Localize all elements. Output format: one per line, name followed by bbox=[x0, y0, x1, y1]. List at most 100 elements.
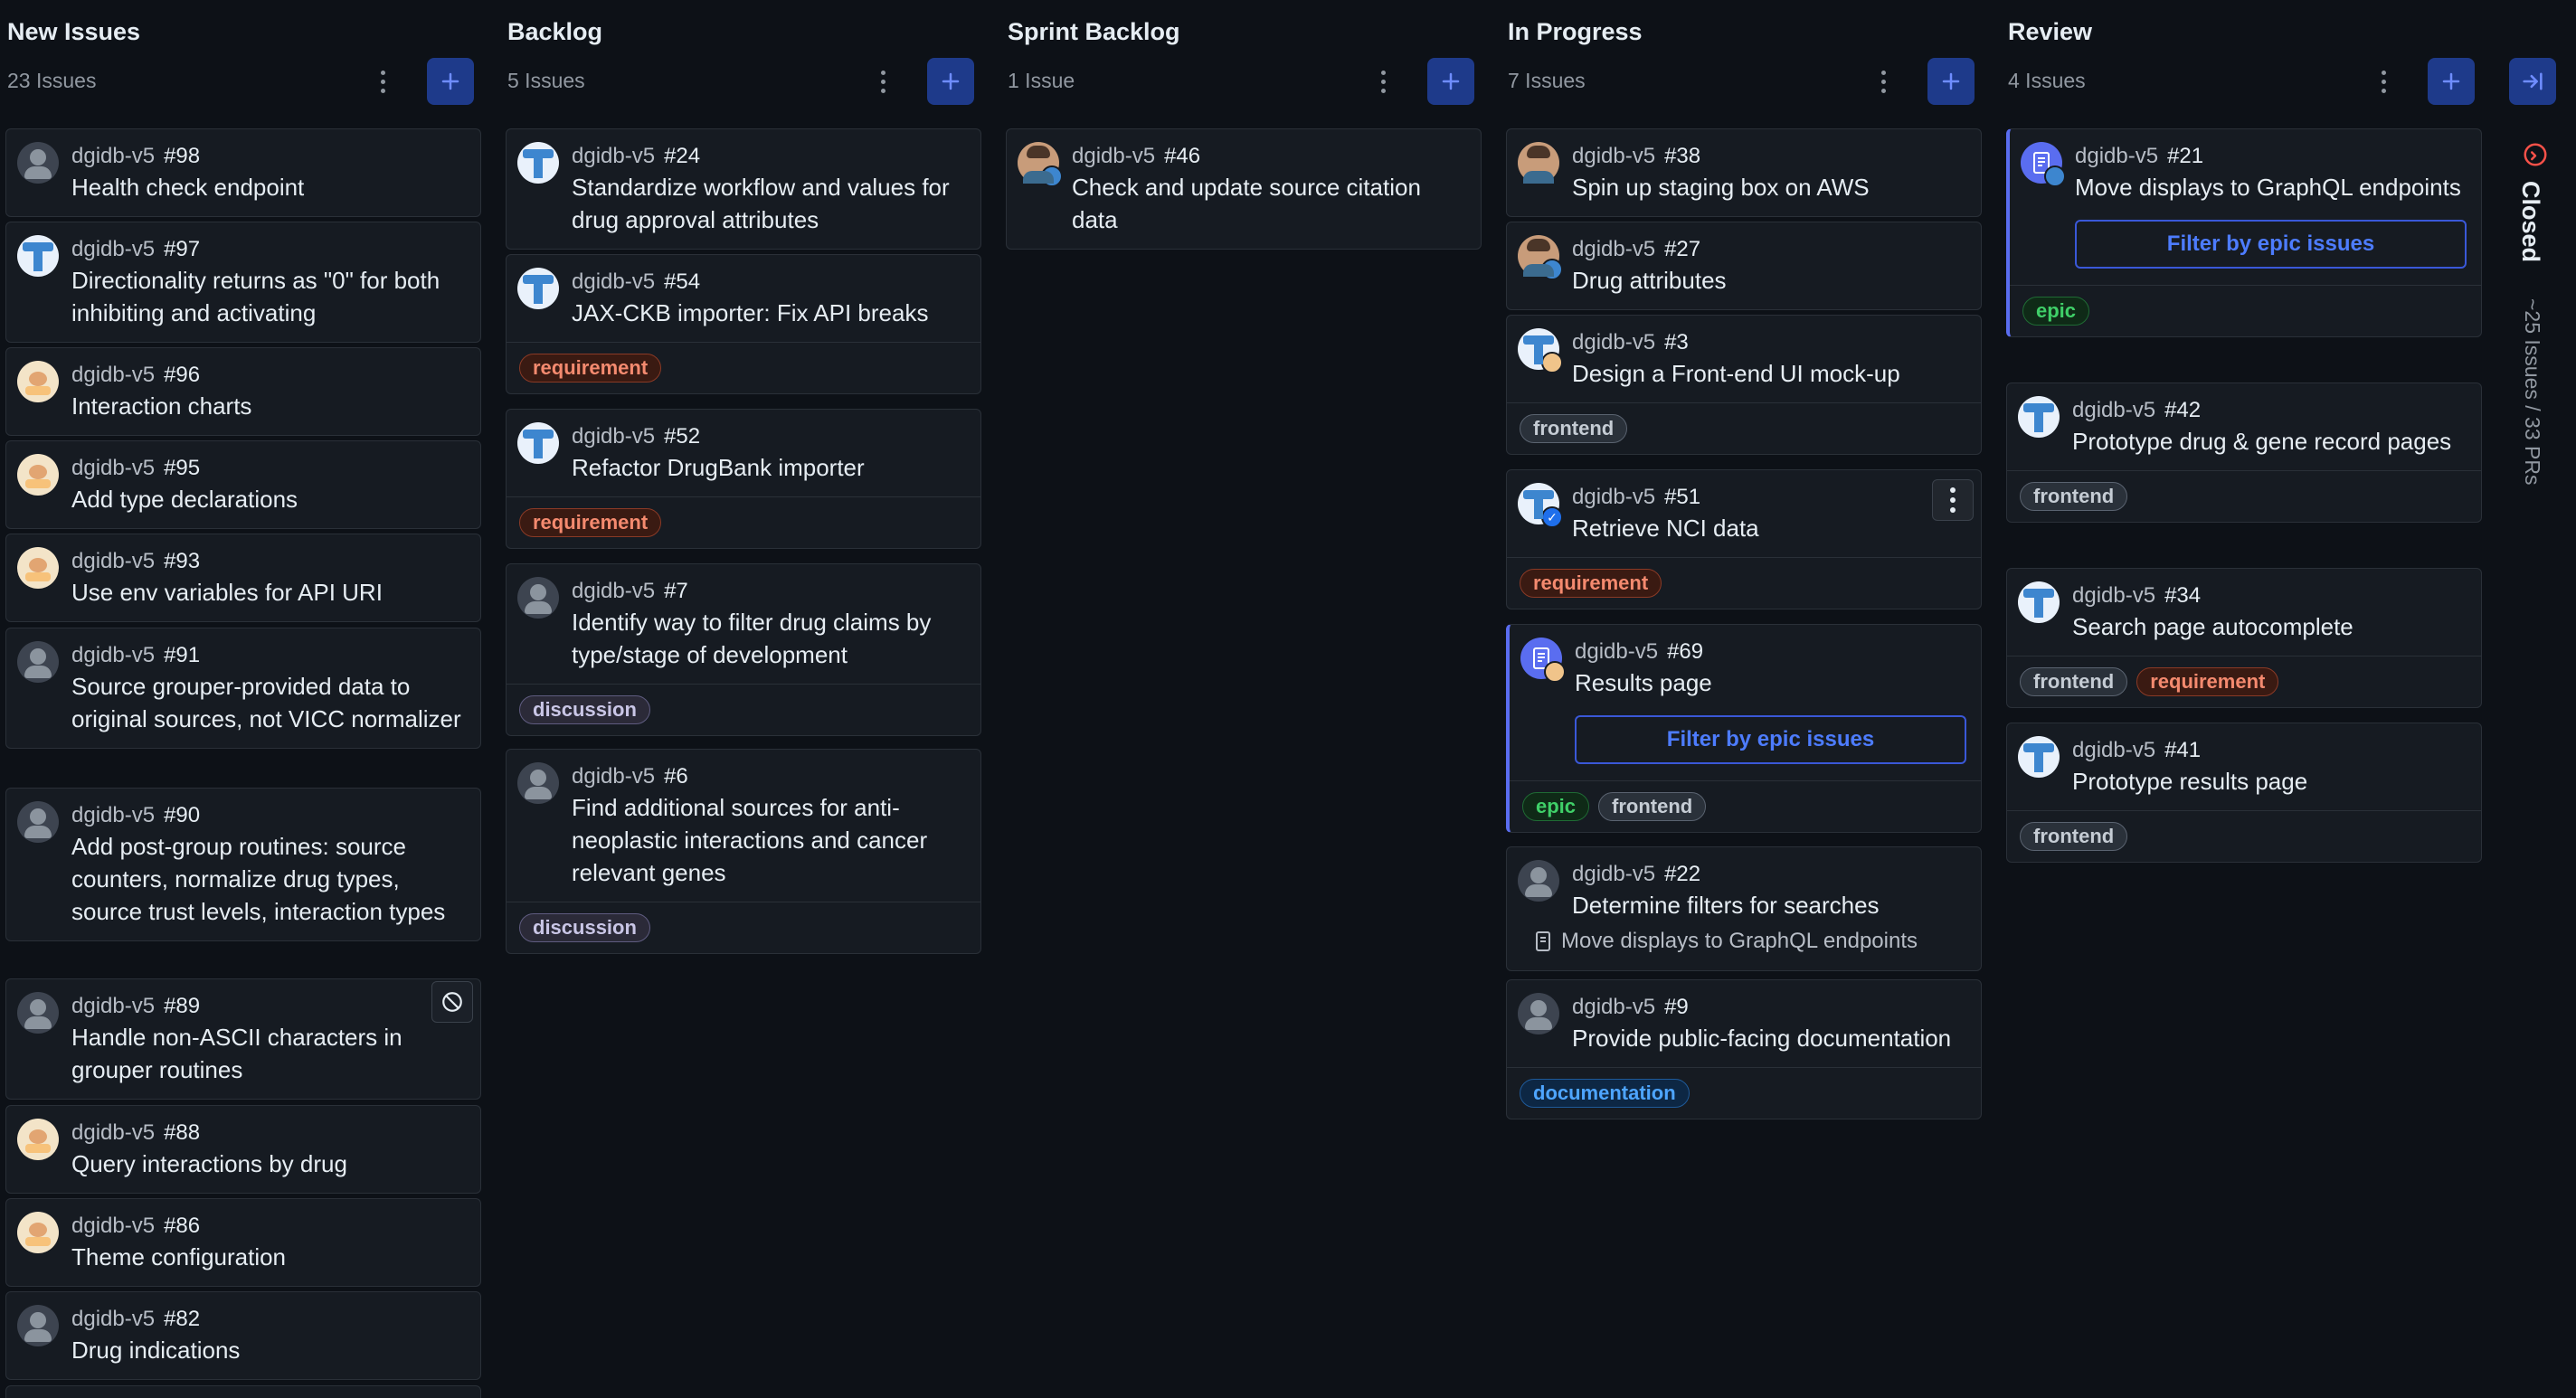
issue-title[interactable]: Spin up staging box on AWS bbox=[1572, 171, 1966, 216]
issue-number: #46 bbox=[1164, 144, 1201, 168]
label-epic[interactable]: epic bbox=[2022, 297, 2090, 326]
add-item-button[interactable] bbox=[427, 58, 474, 105]
issue-title[interactable]: Query interactions by drug bbox=[71, 1148, 466, 1193]
issue-number: #82 bbox=[164, 1307, 201, 1331]
issue-card[interactable]: dgidb-v5 #89 Handle non-ASCII characters … bbox=[5, 978, 481, 1100]
issue-repo: dgidb-v5 bbox=[71, 994, 156, 1018]
issue-number: #7 bbox=[664, 579, 688, 603]
issue-title[interactable]: Handle non-ASCII characters in grouper r… bbox=[71, 1021, 466, 1099]
column-title: Backlog bbox=[507, 18, 603, 45]
avatar bbox=[1518, 235, 1563, 280]
issue-title[interactable]: Drug attributes bbox=[1572, 264, 1966, 309]
issue-card[interactable]: dgidb-v5 #86 Theme configuration bbox=[5, 1198, 481, 1287]
card-menu-button[interactable] bbox=[1932, 479, 1974, 521]
filter-by-epic-button[interactable]: Filter by epic issues bbox=[2075, 220, 2467, 269]
issue-title[interactable]: Determine filters for searches bbox=[1572, 889, 1966, 929]
label-frontend[interactable]: frontend bbox=[1598, 792, 1707, 821]
label-frontend[interactable]: frontend bbox=[2020, 482, 2128, 511]
add-item-button[interactable] bbox=[927, 58, 974, 105]
closed-column-collapsed[interactable]: Closed ~25 Issues / 33 PRs bbox=[2502, 0, 2576, 1398]
issue-card[interactable]: dgidb-v5 #6 Find additional sources for a… bbox=[506, 749, 981, 954]
issue-card[interactable]: dgidb-v5 #9 Provide public-facing documen… bbox=[1506, 979, 1982, 1119]
issue-card[interactable]: dgidb-v5 #34 Search page autocomplete fro… bbox=[2006, 568, 2482, 708]
issue-title[interactable]: Add type declarations bbox=[71, 483, 466, 528]
issue-card[interactable]: dgidb-v5 #42 Prototype drug & gene record… bbox=[2006, 383, 2482, 523]
issue-card[interactable]: dgidb-v5 #7 Identify way to filter drug c… bbox=[506, 563, 981, 736]
issue-card[interactable]: dgidb-v5 #3 Design a Front-end UI mock-up… bbox=[1506, 315, 1982, 455]
label-epic[interactable]: epic bbox=[1522, 792, 1590, 821]
issue-card-partial[interactable] bbox=[5, 1385, 481, 1398]
column-menu-button[interactable] bbox=[2370, 63, 2397, 99]
label-frontend[interactable]: frontend bbox=[2020, 822, 2128, 851]
issue-card[interactable]: dgidb-v5 #88 Query interactions by drug bbox=[5, 1105, 481, 1194]
issue-title[interactable]: Prototype results page bbox=[2072, 765, 2467, 810]
add-item-button[interactable] bbox=[1927, 58, 1975, 105]
issue-number: #42 bbox=[2164, 398, 2202, 422]
column-menu-button[interactable] bbox=[869, 63, 896, 99]
issue-card[interactable]: dgidb-v5 #97 Directionality returns as "0… bbox=[5, 222, 481, 343]
issue-title[interactable]: JAX-CKB importer: Fix API breaks bbox=[572, 297, 966, 342]
issue-title[interactable]: Retrieve NCI data bbox=[1572, 512, 1966, 557]
issue-title[interactable]: Identify way to filter drug claims by ty… bbox=[572, 606, 966, 684]
issue-card[interactable]: dgidb-v5 #90 Add post-group routines: sou… bbox=[5, 788, 481, 941]
issue-card[interactable]: dgidb-v5 #27 Drug attributes bbox=[1506, 222, 1982, 310]
block-card-button[interactable] bbox=[431, 981, 473, 1023]
label-frontend[interactable]: frontend bbox=[2020, 667, 2128, 696]
issue-card[interactable]: dgidb-v5 #46 Check and update source cita… bbox=[1006, 128, 1482, 250]
issue-title[interactable]: Provide public-facing documentation bbox=[1572, 1022, 1966, 1067]
issue-title[interactable]: Directionality returns as "0" for both i… bbox=[71, 264, 466, 342]
issue-title[interactable]: Source grouper-provided data to original… bbox=[71, 670, 466, 748]
issue-title[interactable]: Standardize workflow and values for drug… bbox=[572, 171, 966, 249]
issue-title[interactable]: Drug indications bbox=[71, 1334, 466, 1379]
label-row: frontend requirement bbox=[2007, 656, 2481, 707]
label-discussion[interactable]: discussion bbox=[519, 913, 650, 942]
issue-title[interactable]: Prototype drug & gene record pages bbox=[2072, 425, 2467, 470]
issue-card[interactable]: dgidb-v5 #93 Use env variables for API UR… bbox=[5, 534, 481, 622]
issue-repo: dgidb-v5 bbox=[572, 424, 656, 449]
issue-title[interactable]: Use env variables for API URI bbox=[71, 576, 466, 621]
column-menu-button[interactable] bbox=[369, 63, 396, 99]
issue-card[interactable]: dgidb-v5 #96 Interaction charts bbox=[5, 347, 481, 436]
issue-title[interactable]: Search page autocomplete bbox=[2072, 610, 2467, 656]
issue-title[interactable]: Health check endpoint bbox=[71, 171, 466, 216]
label-frontend[interactable]: frontend bbox=[1520, 414, 1628, 443]
issue-card[interactable]: dgidb-v5 #98 Health check endpoint bbox=[5, 128, 481, 217]
issue-title[interactable]: Move displays to GraphQL endpoints bbox=[2075, 171, 2467, 216]
issue-title[interactable]: Find additional sources for anti-neoplas… bbox=[572, 791, 966, 902]
label-documentation[interactable]: documentation bbox=[1520, 1079, 1690, 1108]
issue-card[interactable]: dgidb-v5 #95 Add type declarations bbox=[5, 440, 481, 529]
issue-card[interactable]: dgidb-v5 #24 Standardize workflow and val… bbox=[506, 128, 981, 250]
issue-title[interactable]: Interaction charts bbox=[71, 390, 466, 435]
issue-title[interactable]: Design a Front-end UI mock-up bbox=[1572, 357, 1966, 402]
avatar bbox=[1018, 142, 1063, 187]
issue-title[interactable]: Results page bbox=[1575, 666, 1966, 712]
issue-title[interactable]: Add post-group routines: source counters… bbox=[71, 830, 466, 940]
issue-card[interactable]: dgidb-v5 #54 JAX-CKB importer: Fix API br… bbox=[506, 254, 981, 394]
issue-title[interactable]: Check and update source citation data bbox=[1072, 171, 1466, 249]
issue-card[interactable]: dgidb-v5 #38 Spin up staging box on AWS bbox=[1506, 128, 1982, 217]
issue-card[interactable]: dgidb-v5 #22 Determine filters for search… bbox=[1506, 846, 1982, 971]
issue-card[interactable]: dgidb-v5 #52 Refactor DrugBank importer r… bbox=[506, 409, 981, 549]
filter-by-epic-button[interactable]: Filter by epic issues bbox=[1575, 715, 1966, 764]
label-requirement[interactable]: requirement bbox=[1520, 569, 1662, 598]
expand-column-button[interactable] bbox=[2509, 58, 2556, 105]
label-requirement[interactable]: requirement bbox=[519, 508, 662, 537]
issue-card[interactable]: dgidb-v5 #82 Drug indications bbox=[5, 1291, 481, 1380]
issue-title[interactable]: Theme configuration bbox=[71, 1241, 466, 1286]
add-item-button[interactable] bbox=[2428, 58, 2475, 105]
issue-card[interactable]: ✓ dgidb-v5 #51 Retrieve NCI data requirem… bbox=[1506, 469, 1982, 609]
issue-title[interactable]: Refactor DrugBank importer bbox=[572, 451, 966, 496]
epic-card[interactable]: dgidb-v5 #69 Results page Filter by epic … bbox=[1506, 624, 1982, 833]
label-requirement[interactable]: requirement bbox=[2136, 667, 2279, 696]
add-item-button[interactable] bbox=[1427, 58, 1474, 105]
issue-card[interactable]: dgidb-v5 #91 Source grouper-provided data… bbox=[5, 628, 481, 749]
label-requirement[interactable]: requirement bbox=[519, 354, 662, 383]
parent-epic-link[interactable]: Move displays to GraphQL endpoints bbox=[1507, 929, 1981, 970]
epic-card[interactable]: dgidb-v5 #21 Move displays to GraphQL end… bbox=[2006, 128, 2482, 337]
issue-card[interactable]: dgidb-v5 #41 Prototype results page front… bbox=[2006, 723, 2482, 863]
column-menu-button[interactable] bbox=[1870, 63, 1897, 99]
column-issue-count: 4 Issues bbox=[2008, 69, 2086, 92]
column-menu-button[interactable] bbox=[1369, 63, 1397, 99]
label-discussion[interactable]: discussion bbox=[519, 695, 650, 724]
issue-repo: dgidb-v5 bbox=[2072, 583, 2156, 608]
